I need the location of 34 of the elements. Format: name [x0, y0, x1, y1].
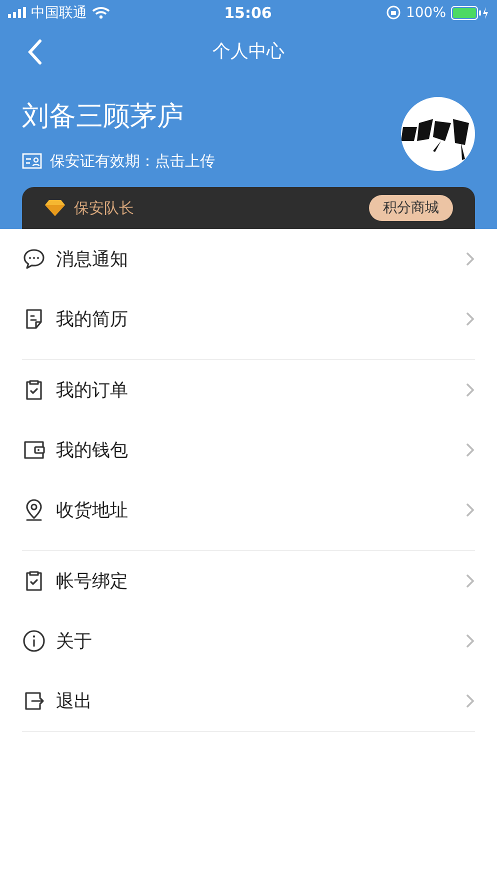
menu-item[interactable]: 我的钱包: [22, 420, 475, 480]
carrier-name: 中国联通: [31, 4, 87, 22]
exit-icon: [22, 689, 46, 713]
diamond-icon: [44, 199, 66, 217]
chevron-right-icon: [465, 693, 475, 709]
chevron-right-icon: [465, 573, 475, 589]
chevron-right-icon: [465, 502, 475, 518]
menu-item[interactable]: 帐号绑定: [22, 551, 475, 611]
chat-icon: [22, 247, 46, 271]
wallet-icon: [22, 438, 46, 462]
battery-percent: 100%: [406, 4, 446, 20]
menu-item[interactable]: 收货地址: [22, 480, 475, 540]
chevron-right-icon: [465, 251, 475, 267]
rotation-lock-icon: [386, 5, 401, 20]
page-title: 个人中心: [212, 40, 284, 63]
battery-charging-icon: [451, 6, 489, 20]
menu-item[interactable]: 我的订单: [22, 360, 475, 420]
user-name: 刘备三顾茅庐: [22, 100, 185, 134]
wifi-icon: [92, 6, 110, 19]
chevron-right-icon: [465, 382, 475, 398]
signal-icon: [8, 7, 26, 18]
member-rank: 保安队长: [74, 198, 134, 218]
status-time: 15:06: [224, 4, 272, 22]
back-icon[interactable]: [26, 39, 44, 65]
menu-item[interactable]: 消息通知: [22, 229, 475, 289]
menu-item[interactable]: 退出: [22, 671, 475, 731]
menu-item[interactable]: 关于: [22, 611, 475, 671]
chevron-right-icon: [465, 442, 475, 458]
id-card-icon: [22, 153, 42, 169]
info-icon: [22, 629, 46, 653]
menu-item[interactable]: 我的简历: [22, 289, 475, 349]
chevron-right-icon: [465, 311, 475, 327]
chevron-right-icon: [465, 633, 475, 649]
points-mall-button[interactable]: 积分商城: [369, 195, 453, 221]
